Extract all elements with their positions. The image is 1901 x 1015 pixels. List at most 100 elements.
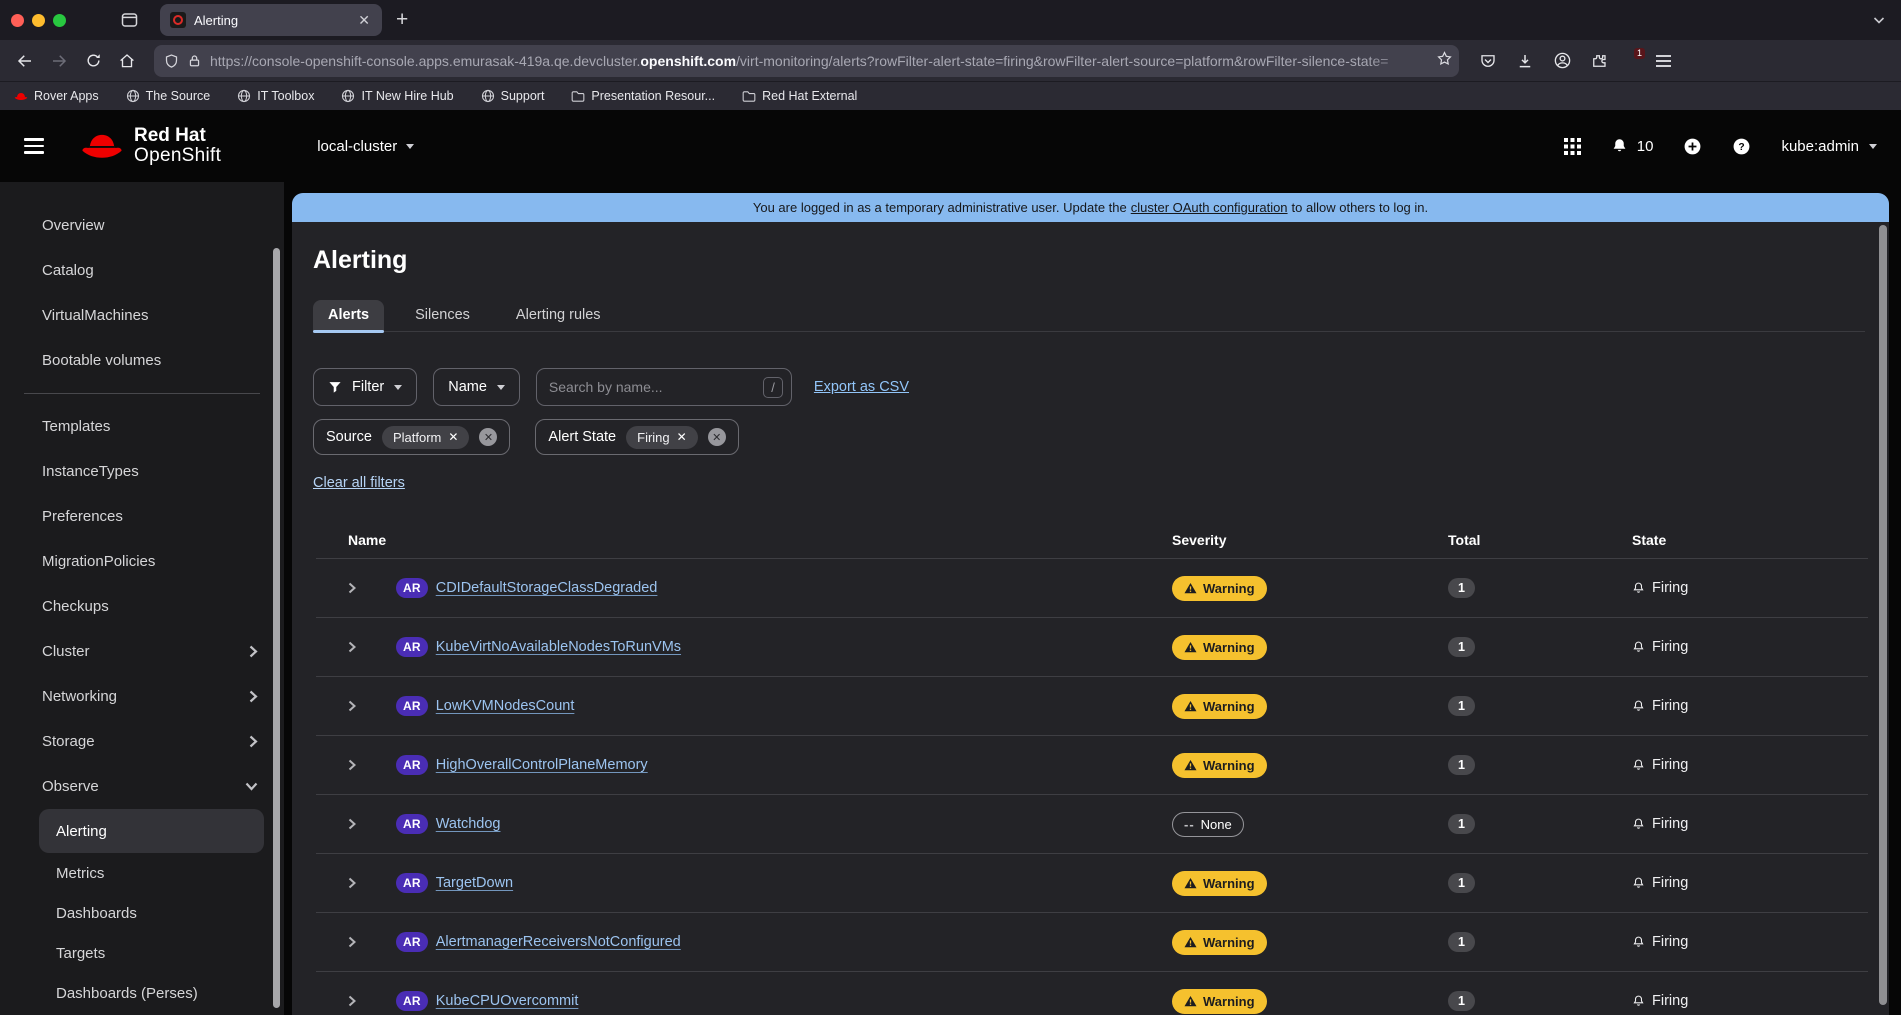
expand-row-chevron-icon[interactable]: [348, 936, 396, 948]
window-controls[interactable]: [11, 13, 66, 27]
address-bar[interactable]: https://console-openshift-console.apps.e…: [154, 44, 1459, 77]
alert-state: Firing: [1632, 580, 1688, 596]
alert-name-link[interactable]: TargetDown: [436, 875, 513, 891]
bookmark-folder-redhat-external[interactable]: Red Hat External: [742, 89, 857, 103]
sidebar-item-targets[interactable]: Targets: [0, 933, 284, 973]
downloads-icon[interactable]: [1510, 46, 1540, 76]
tab-alerting-rules[interactable]: Alerting rules: [501, 300, 616, 331]
sidebar-item-templates[interactable]: Templates: [0, 404, 284, 449]
notifications-button[interactable]: 10: [1611, 137, 1653, 155]
new-tab-button[interactable]: +: [396, 8, 408, 32]
back-button[interactable]: [10, 46, 40, 76]
add-plus-circle-icon[interactable]: [1683, 137, 1702, 156]
firefox-view-icon[interactable]: [121, 12, 138, 28]
sidebar-item-preferences[interactable]: Preferences: [0, 494, 284, 539]
alert-state: Firing: [1632, 816, 1688, 832]
menu-hamburger-icon[interactable]: [1648, 46, 1678, 76]
chevron-down-icon: [245, 782, 258, 791]
filter-dropdown-button[interactable]: Filter: [313, 368, 418, 406]
alert-name-link[interactable]: HighOverallControlPlaneMemory: [436, 757, 648, 773]
minimize-window-button[interactable]: [32, 13, 45, 27]
chevron-down-icon: [394, 384, 403, 390]
bookmark-it-new-hire-hub[interactable]: IT New Hire Hub: [341, 89, 454, 103]
bookmark-star-icon[interactable]: [1436, 50, 1453, 67]
zoom-window-button[interactable]: [53, 13, 66, 27]
table-row: AR TargetDown Warning 1 Firing: [316, 854, 1868, 913]
total-badge: 1: [1448, 873, 1475, 893]
bookmark-the-source[interactable]: The Source: [126, 89, 210, 103]
alert-name-link[interactable]: Watchdog: [436, 816, 501, 832]
clear-chip-group-icon[interactable]: ✕: [479, 428, 498, 446]
content-scrollbar[interactable]: [1879, 225, 1887, 1005]
alerting-rule-badge: AR: [396, 873, 428, 893]
expand-row-chevron-icon[interactable]: [348, 995, 396, 1007]
connection-lock-icon[interactable]: [187, 53, 202, 69]
sidebar-item-storage[interactable]: Storage: [0, 719, 284, 764]
export-csv-link[interactable]: Export as CSV: [814, 379, 909, 395]
sidebar-item-networking[interactable]: Networking: [0, 674, 284, 719]
account-icon[interactable]: [1547, 46, 1577, 76]
expand-row-chevron-icon[interactable]: [348, 759, 396, 771]
alert-name-link[interactable]: AlertmanagerReceiversNotConfigured: [436, 934, 681, 950]
tab-silences[interactable]: Silences: [400, 300, 485, 331]
sidebar-scrollbar[interactable]: [273, 248, 280, 1008]
cluster-oauth-configuration-link[interactable]: cluster OAuth configuration: [1131, 200, 1288, 215]
sidebar-toggle-hamburger-icon[interactable]: [24, 138, 50, 154]
sidebar-item-metrics[interactable]: Metrics: [0, 853, 284, 893]
sidebar-item-checkups[interactable]: Checkups: [0, 584, 284, 629]
extensions-puzzle-icon[interactable]: [1584, 46, 1614, 76]
bookmarks-bar: Rover Apps The Source IT Toolbox IT New …: [0, 81, 1901, 110]
forward-button[interactable]: [44, 46, 74, 76]
blocker-extension-icon[interactable]: 1: [1621, 47, 1645, 71]
sidebar-item-dashboards-perses[interactable]: Dashboards (Perses): [0, 973, 284, 1013]
clear-chip-group-icon[interactable]: ✕: [707, 428, 726, 446]
name-dropdown-button[interactable]: Name: [433, 368, 520, 406]
bookmark-it-toolbox[interactable]: IT Toolbox: [237, 89, 314, 103]
tab-alerts[interactable]: Alerts: [313, 300, 385, 333]
user-menu-dropdown[interactable]: kube:admin: [1781, 138, 1877, 155]
alert-state: Firing: [1632, 757, 1688, 773]
sidebar-item-cluster[interactable]: Cluster: [0, 629, 284, 674]
filter-chip-group-source: Source Platform ✕ ✕: [313, 419, 511, 455]
bookmark-support[interactable]: Support: [481, 89, 544, 103]
help-question-circle-icon[interactable]: ?: [1732, 137, 1751, 156]
bookmark-rover-apps[interactable]: Rover Apps: [14, 89, 99, 103]
alert-name-link[interactable]: LowKVMNodesCount: [436, 698, 575, 714]
sidebar-item-bootable-volumes[interactable]: Bootable volumes: [0, 338, 284, 383]
cluster-selector-dropdown[interactable]: local-cluster: [317, 138, 415, 155]
expand-row-chevron-icon[interactable]: [348, 582, 396, 594]
sidebar-item-overview[interactable]: Overview: [0, 203, 284, 248]
sidebar-item-catalog[interactable]: Catalog: [0, 248, 284, 293]
app-launcher-grid-icon[interactable]: [1563, 137, 1581, 155]
sidebar-item-instancetypes[interactable]: InstanceTypes: [0, 449, 284, 494]
expand-row-chevron-icon[interactable]: [348, 700, 396, 712]
reload-button[interactable]: [78, 46, 108, 76]
chip-firing[interactable]: Firing ✕: [626, 425, 698, 449]
browser-tab-alerting[interactable]: Alerting ✕: [160, 4, 382, 36]
sidebar-item-observe[interactable]: Observe: [0, 764, 284, 809]
clear-all-filters-link[interactable]: Clear all filters: [313, 475, 405, 491]
sidebar-item-alerting[interactable]: Alerting: [39, 809, 264, 853]
expand-row-chevron-icon[interactable]: [348, 641, 396, 653]
sidebar-item-virtualmachines[interactable]: VirtualMachines: [0, 293, 284, 338]
remove-chip-icon[interactable]: ✕: [448, 430, 458, 444]
sidebar-item-dashboards[interactable]: Dashboards: [0, 893, 284, 933]
list-tabs-chevron-icon[interactable]: [1873, 16, 1885, 24]
sidebar-item-migrationpolicies[interactable]: MigrationPolicies: [0, 539, 284, 584]
alert-name-link[interactable]: KubeCPUOvercommit: [436, 993, 579, 1009]
browser-tab-bar: Alerting ✕ +: [0, 0, 1901, 40]
alerting-rule-badge: AR: [396, 932, 428, 952]
pocket-icon[interactable]: [1473, 46, 1503, 76]
alert-name-link[interactable]: KubeVirtNoAvailableNodesToRunVMs: [436, 639, 681, 655]
close-window-button[interactable]: [11, 13, 24, 27]
alert-name-link[interactable]: CDIDefaultStorageClassDegraded: [436, 580, 658, 596]
tracking-protection-shield-icon[interactable]: [164, 53, 179, 69]
bookmark-folder-presentation[interactable]: Presentation Resour...: [571, 89, 715, 103]
expand-row-chevron-icon[interactable]: [348, 818, 396, 830]
remove-chip-icon[interactable]: ✕: [677, 430, 687, 444]
chip-platform[interactable]: Platform ✕: [381, 425, 470, 449]
search-input[interactable]: [548, 379, 756, 395]
tab-close-icon[interactable]: ✕: [356, 12, 372, 29]
expand-row-chevron-icon[interactable]: [348, 877, 396, 889]
home-button[interactable]: [112, 46, 142, 76]
